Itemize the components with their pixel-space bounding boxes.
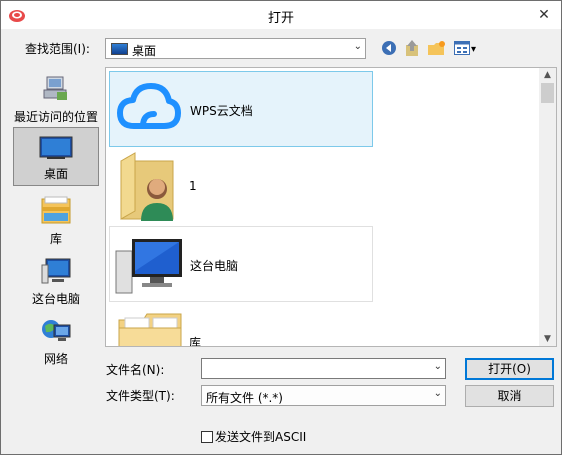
file-name: 库	[189, 336, 202, 347]
filetype-value: 所有文件 (*.*)	[206, 391, 283, 405]
place-recent[interactable]: 最近访问的位置	[13, 73, 99, 124]
library-folder-icon	[115, 310, 185, 346]
dialog-title: 打开	[267, 11, 294, 26]
chevron-down-icon[interactable]: ⌄	[434, 361, 442, 372]
user-folder-icon	[117, 151, 181, 226]
vertical-scrollbar[interactable]: ▲ ▼	[539, 68, 556, 346]
send-ascii-checkbox[interactable]: 发送文件到ASCII	[201, 428, 306, 445]
chevron-down-icon: ▾	[470, 43, 477, 55]
open-button[interactable]: 打开(O)	[465, 358, 554, 380]
desktop-icon	[39, 136, 73, 163]
list-item[interactable]: WPS云文档	[109, 71, 373, 147]
chevron-down-icon: ⌄	[433, 388, 442, 399]
checkbox-box[interactable]	[201, 430, 213, 443]
recent-places-icon	[41, 75, 71, 106]
place-network[interactable]: 网络	[13, 317, 99, 367]
chevron-down-icon: ⌄	[353, 41, 362, 52]
up-folder-icon	[404, 39, 420, 60]
close-icon: ✕	[538, 7, 550, 23]
cloud-icon	[116, 80, 182, 139]
back-arrow-icon	[381, 40, 397, 59]
scroll-down-icon[interactable]: ▼	[539, 332, 556, 346]
view-menu-icon	[453, 40, 470, 58]
network-icon	[40, 317, 72, 348]
scroll-up-icon[interactable]: ▲	[539, 68, 556, 82]
place-label: 网络	[43, 352, 68, 366]
place-label: 最近访问的位置	[13, 110, 98, 124]
file-name: 这台电脑	[190, 259, 239, 273]
file-list[interactable]: WPS云文档 1 这台电脑 库 ▲ ▼	[105, 67, 557, 347]
look-in-label: 查找范围(I):	[25, 42, 90, 56]
new-folder-button[interactable]	[426, 38, 448, 60]
scroll-thumb[interactable]	[541, 83, 554, 103]
back-button[interactable]	[380, 38, 398, 60]
look-in-dropdown[interactable]: 桌面 ⌄	[105, 38, 366, 59]
filetype-label: 文件类型(T):	[106, 389, 175, 403]
computer-icon	[114, 235, 186, 302]
list-item[interactable]: 1	[109, 149, 373, 225]
filename-field[interactable]: ⌄	[201, 358, 446, 379]
list-item[interactable]: 这台电脑	[109, 226, 373, 302]
file-name: WPS云文档	[190, 104, 253, 118]
place-desktop[interactable]: 桌面	[13, 127, 99, 186]
desktop-icon	[111, 43, 128, 55]
place-label: 这台电脑	[31, 292, 80, 306]
file-name: 1	[189, 179, 197, 193]
look-in-value: 桌面	[132, 44, 157, 58]
checkbox-label: 发送文件到ASCII	[215, 430, 307, 444]
view-menu-button[interactable]: ▾	[451, 38, 479, 60]
cancel-button[interactable]: 取消	[465, 385, 554, 407]
libraries-icon	[40, 195, 72, 228]
place-this-pc[interactable]: 这台电脑	[13, 257, 99, 307]
filetype-dropdown[interactable]: 所有文件 (*.*) ⌄	[201, 385, 446, 406]
title-bar: 打开 ✕	[1, 1, 561, 29]
new-folder-icon	[427, 40, 447, 59]
place-label: 库	[49, 232, 62, 246]
place-label: 桌面	[43, 167, 68, 181]
filename-label: 文件名(N):	[106, 363, 165, 377]
places-bar: 最近访问的位置 桌面 库 这台电脑 网络	[8, 67, 102, 423]
place-libraries[interactable]: 库	[13, 195, 99, 246]
close-button[interactable]: ✕	[531, 5, 557, 25]
open-dialog: 打开 ✕ 查找范围(I): 桌面 ⌄ ▾ 最近访问的位置 桌面 库 这台电脑 网…	[0, 0, 562, 455]
this-pc-icon	[40, 257, 72, 288]
up-folder-button[interactable]	[403, 38, 421, 60]
list-item[interactable]: 库	[109, 304, 373, 347]
filename-input[interactable]	[202, 359, 422, 378]
